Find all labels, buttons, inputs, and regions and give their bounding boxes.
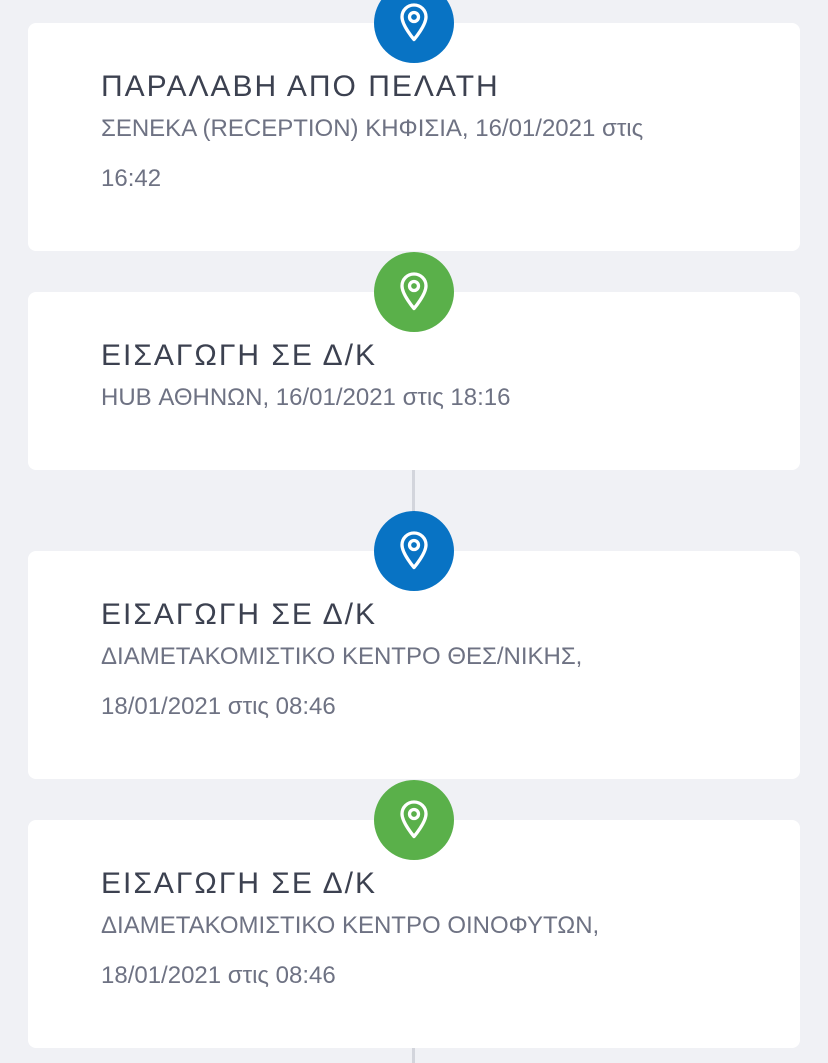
event-location: ΣΕΝΕΚΑ (RECEPTION) ΚΗΦΙΣΙΑ, 16/01/2021 σ… xyxy=(101,115,644,142)
event-title: ΕΙΣΑΓΩΓΗ ΣΕ Δ/Κ xyxy=(101,598,377,631)
event-pin xyxy=(374,252,454,332)
event-title: ΕΙΣΑΓΩΓΗ ΣΕ Δ/Κ xyxy=(101,339,377,372)
location-pin-icon xyxy=(400,531,428,570)
location-pin-icon xyxy=(400,800,428,839)
location-pin-icon xyxy=(400,272,428,311)
location-pin-icon xyxy=(400,3,428,42)
event-location: ΔΙΑΜΕΤΑΚΟΜΙΣΤΙΚΟ ΚΕΝΤΡΟ ΟΙΝΟΦΥΤΩΝ, xyxy=(101,912,600,939)
event-time: 18/01/2021 στις 08:46 xyxy=(101,693,336,720)
tracking-timeline: ΠΑΡΑΛΑΒΗ ΑΠΟ ΠΕΛΑΤΗ ΣΕΝΕΚΑ (RECEPTION) Κ… xyxy=(0,0,828,1063)
event-title: ΕΙΣΑΓΩΓΗ ΣΕ Δ/Κ xyxy=(101,867,377,900)
event-location: HUB ΑΘΗΝΩΝ, 16/01/2021 στις 18:16 xyxy=(101,384,511,411)
timeline-connector xyxy=(412,1048,415,1063)
event-title: ΠΑΡΑΛΑΒΗ ΑΠΟ ΠΕΛΑΤΗ xyxy=(101,70,500,103)
event-location: ΔΙΑΜΕΤΑΚΟΜΙΣΤΙΚΟ ΚΕΝΤΡΟ ΘΕΣ/ΝΙΚΗΣ, xyxy=(101,643,583,670)
event-pin xyxy=(374,780,454,860)
event-time: 16:42 xyxy=(101,165,162,192)
event-pin xyxy=(374,511,454,591)
event-time: 18/01/2021 στις 08:46 xyxy=(101,962,336,989)
